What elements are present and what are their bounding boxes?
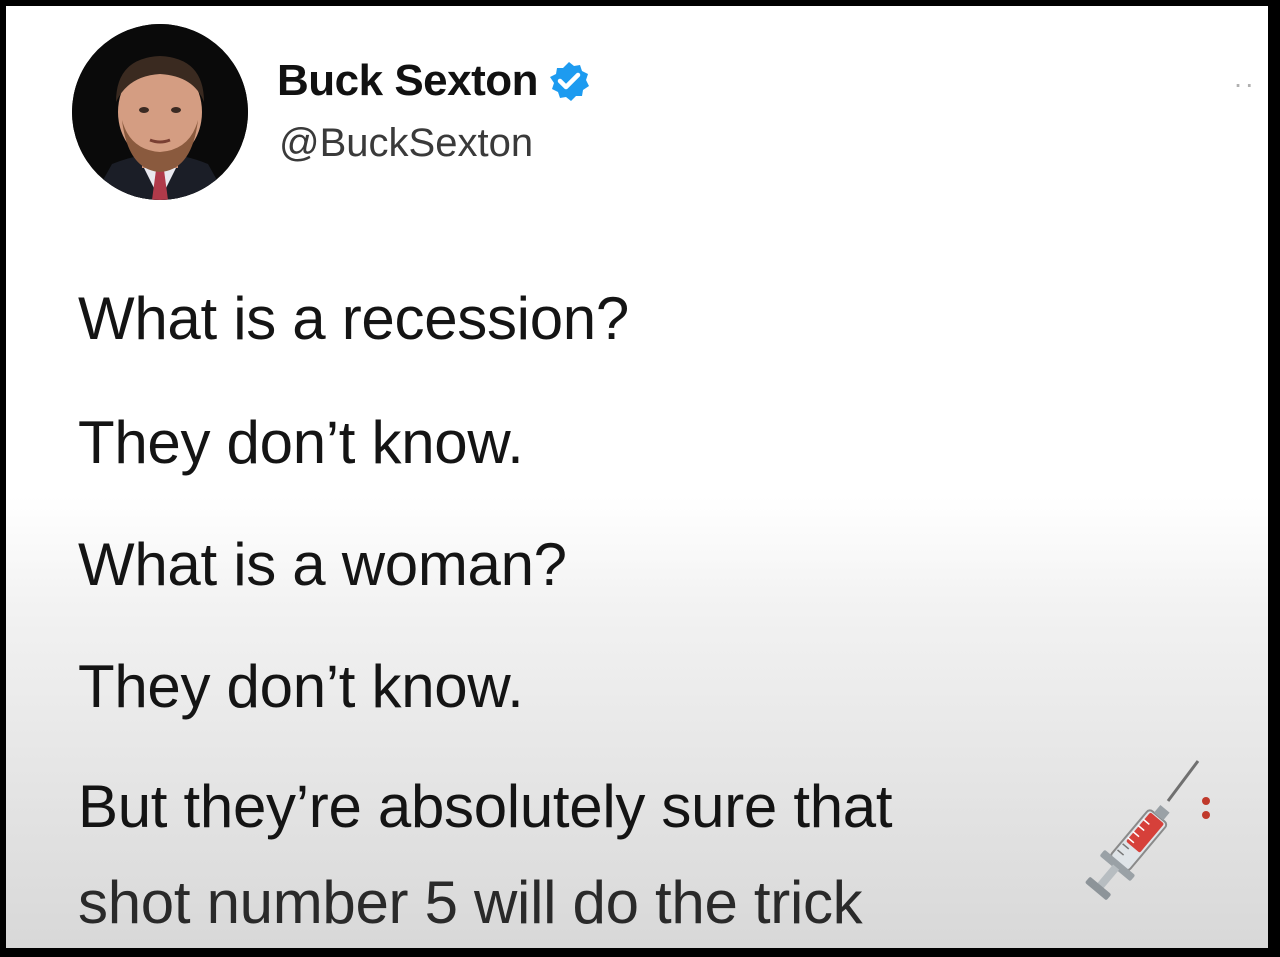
tweet-text-line-4: They don’t know. [78,653,524,720]
syringe-icon [1068,751,1228,901]
tweet-text-line-3: What is a woman? [78,531,567,598]
more-options-icon[interactable]: ·· [1233,68,1256,100]
tweet-text-line-2: They don’t know. [78,409,524,476]
author-name-row: Buck Sexton [277,56,590,106]
tweet-text-line-5: But they’re absolutely sure that [78,773,893,840]
avatar-portrait [72,24,248,200]
tweet-text-line-6: shot number 5 will do the trick [78,869,863,936]
verified-badge-icon [548,60,590,102]
tweet-card: Buck Sexton @BuckSexton ·· What is a rec… [6,6,1268,948]
tweet-text-line-1: What is a recession? [78,285,629,352]
author-name[interactable]: Buck Sexton [277,56,539,106]
avatar[interactable] [72,24,248,200]
screenshot-frame: Buck Sexton @BuckSexton ·· What is a rec… [0,0,1280,957]
author-handle[interactable]: @BuckSexton [279,121,533,166]
